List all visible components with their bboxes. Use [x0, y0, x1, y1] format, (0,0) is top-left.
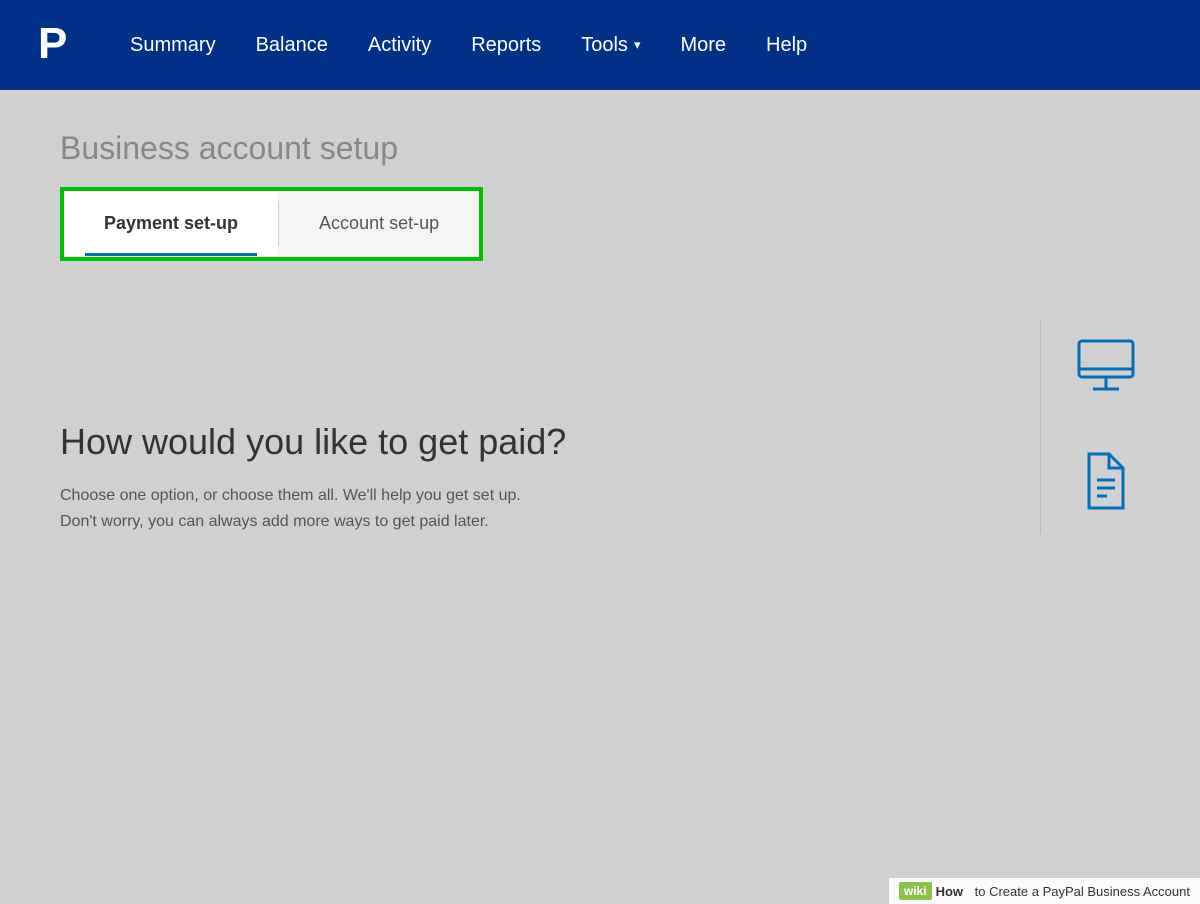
- wikihow-title: to Create a PayPal Business Account: [975, 884, 1190, 899]
- nav-item-tools[interactable]: Tools ▾: [561, 24, 660, 67]
- description: Choose one option, or choose them all. W…: [60, 483, 760, 534]
- description-line1: Choose one option, or choose them all. W…: [60, 487, 521, 504]
- wikihow-bar: wiki How to Create a PayPal Business Acco…: [889, 878, 1200, 904]
- nav-link-activity[interactable]: Activity: [348, 24, 451, 67]
- nav-item-balance[interactable]: Balance: [236, 24, 348, 67]
- nav-link-balance[interactable]: Balance: [236, 24, 348, 67]
- wiki-badge: wiki: [899, 882, 932, 900]
- tabs-container: Payment set-up Account set-up: [64, 191, 479, 257]
- nav-item-help[interactable]: Help: [746, 24, 827, 67]
- content-left: How would you like to get paid? Choose o…: [60, 321, 1020, 534]
- green-highlight-box: Payment set-up Account set-up: [60, 187, 483, 261]
- nav-link-help[interactable]: Help: [746, 24, 827, 67]
- nav-item-more[interactable]: More: [660, 24, 746, 67]
- nav-link-tools[interactable]: Tools ▾: [561, 24, 660, 67]
- description-line2: Don't worry, you can always add more way…: [60, 513, 489, 530]
- nav-link-reports[interactable]: Reports: [451, 24, 561, 67]
- nav-link-more[interactable]: More: [660, 24, 746, 67]
- tools-chevron-icon: ▾: [634, 37, 641, 53]
- monitor-icon: [1071, 331, 1141, 406]
- how-text: How: [936, 884, 963, 899]
- tab-payment-setup[interactable]: Payment set-up: [64, 191, 278, 256]
- nav-link-summary[interactable]: Summary: [110, 24, 236, 67]
- content-right: [1040, 321, 1140, 534]
- navbar: P Summary Balance Activity Reports Tools…: [0, 0, 1200, 90]
- paypal-logo[interactable]: P: [30, 20, 80, 70]
- main-heading: How would you like to get paid?: [60, 421, 1000, 463]
- page-title: Business account setup: [60, 130, 1140, 167]
- nav-links: Summary Balance Activity Reports Tools ▾…: [110, 24, 827, 67]
- content-section: How would you like to get paid? Choose o…: [60, 281, 1140, 564]
- document-icon: [1071, 446, 1141, 521]
- nav-item-activity[interactable]: Activity: [348, 24, 451, 67]
- tab-account-setup[interactable]: Account set-up: [279, 191, 479, 256]
- nav-item-reports[interactable]: Reports: [451, 24, 561, 67]
- svg-text:P: P: [38, 20, 67, 68]
- nav-item-summary[interactable]: Summary: [110, 24, 236, 67]
- main-content: Business account setup Payment set-up Ac…: [0, 90, 1200, 604]
